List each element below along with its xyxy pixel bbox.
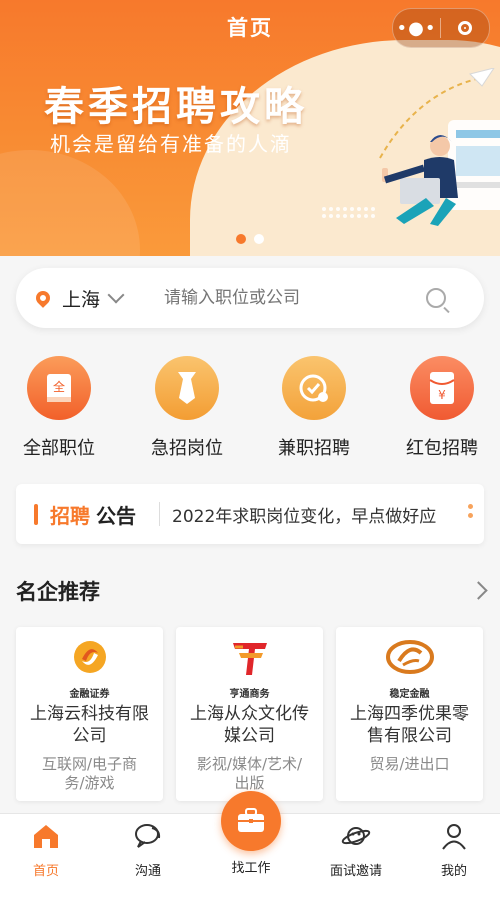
tab-label: 沟通 bbox=[134, 864, 161, 879]
company-name: 上海从众文化传媒公司 bbox=[190, 704, 309, 746]
category-part-time[interactable]: 兼职招聘 bbox=[259, 356, 369, 460]
category-all-jobs[interactable]: 全 全部职位 bbox=[4, 356, 114, 460]
tab-label: 面试邀请 bbox=[329, 864, 382, 879]
red-envelope-icon: ¥ bbox=[410, 356, 474, 420]
chevron-down-icon[interactable] bbox=[107, 286, 125, 304]
notice-message[interactable]: 2022年求职岗位变化，早点做好应 bbox=[172, 502, 462, 527]
job-seeker-illustration bbox=[379, 68, 500, 226]
location-pin-icon bbox=[33, 288, 53, 308]
banner-title: 春季招聘攻略 bbox=[44, 84, 308, 130]
banner-decoration-dots bbox=[322, 207, 375, 218]
pagination-dot-active[interactable] bbox=[236, 234, 246, 244]
tab-interview-invites[interactable]: 面试邀请 bbox=[316, 822, 396, 879]
notice-bar[interactable]: 招聘 公告 2022年求职岗位变化，早点做好应 bbox=[16, 484, 484, 544]
search-icon[interactable] bbox=[426, 288, 447, 308]
category-label: 急招岗位 bbox=[151, 438, 223, 459]
section-title: 名企推荐 bbox=[16, 580, 100, 604]
city-selector[interactable]: 上海 bbox=[62, 285, 100, 312]
notice-scroll-indicator bbox=[468, 504, 473, 522]
find-job-button[interactable] bbox=[221, 791, 281, 851]
planet-icon bbox=[341, 827, 371, 845]
company-logo: 亨通商务 bbox=[205, 639, 295, 700]
company-logo: 稳定金融 bbox=[365, 639, 455, 700]
tab-label: 我的 bbox=[440, 864, 467, 879]
notice-divider bbox=[159, 502, 160, 526]
chat-icon bbox=[135, 824, 161, 848]
company-name: 上海云科技有限公司 bbox=[30, 704, 149, 746]
tab-mine[interactable]: 我的 bbox=[414, 822, 494, 879]
category-label: 红包招聘 bbox=[406, 438, 478, 459]
banner-background-circle bbox=[0, 150, 140, 256]
notice-accent-bar bbox=[34, 504, 38, 525]
banner-pagination bbox=[236, 234, 264, 244]
company-card[interactable]: 亨通商务 上海从众文化传媒公司 影视/媒体/艺术/出版 bbox=[176, 627, 323, 801]
find-job-label: 找工作 bbox=[231, 861, 271, 876]
company-industry: 互联网/电子商务/游戏 bbox=[41, 755, 138, 792]
company-card[interactable]: 稳定金融 上海四季优果零售有限公司 贸易/进出口 bbox=[336, 627, 483, 801]
chevron-right-icon[interactable] bbox=[469, 581, 488, 600]
category-shortcuts: 全 全部职位 急招岗位 兼职招聘 ¥ 红包招聘 bbox=[0, 356, 500, 466]
clock-icon bbox=[282, 356, 346, 420]
company-name: 上海四季优果零售有限公司 bbox=[350, 704, 469, 746]
company-card[interactable]: 金融证券 上海云科技有限公司 互联网/电子商务/游戏 bbox=[16, 627, 163, 801]
pagination-dot[interactable] bbox=[254, 234, 264, 244]
tab-label: 首页 bbox=[32, 864, 59, 879]
tab-chat[interactable]: 沟通 bbox=[108, 822, 188, 879]
home-icon bbox=[34, 825, 58, 848]
close-mini-program-icon[interactable] bbox=[441, 21, 488, 35]
briefcase-icon bbox=[238, 808, 264, 832]
search-input[interactable] bbox=[162, 287, 417, 309]
notice-label-highlight: 招聘 bbox=[50, 504, 90, 528]
category-label: 全部职位 bbox=[23, 438, 95, 459]
banner-subtitle: 机会是留给有准备的人滴 bbox=[50, 132, 292, 156]
category-label: 兼职招聘 bbox=[278, 438, 350, 459]
svg-text:¥: ¥ bbox=[438, 388, 446, 402]
notice-label: 公告 bbox=[96, 504, 136, 528]
svg-text:全: 全 bbox=[53, 379, 65, 394]
company-logo: 金融证券 bbox=[45, 639, 135, 700]
search-bar[interactable]: 上海 bbox=[16, 268, 484, 328]
user-icon bbox=[442, 824, 466, 850]
company-industry: 贸易/进出口 bbox=[369, 755, 450, 773]
tie-icon bbox=[155, 356, 219, 420]
category-red-envelope[interactable]: ¥ 红包招聘 bbox=[387, 356, 497, 460]
tab-home[interactable]: 首页 bbox=[6, 822, 86, 879]
company-industry: 影视/媒体/艺术/出版 bbox=[196, 755, 303, 792]
more-options-icon[interactable]: •●• bbox=[393, 18, 440, 39]
mini-program-capsule: •●• bbox=[392, 8, 490, 48]
book-icon: 全 bbox=[27, 356, 91, 420]
category-urgent-jobs[interactable]: 急招岗位 bbox=[132, 356, 242, 460]
